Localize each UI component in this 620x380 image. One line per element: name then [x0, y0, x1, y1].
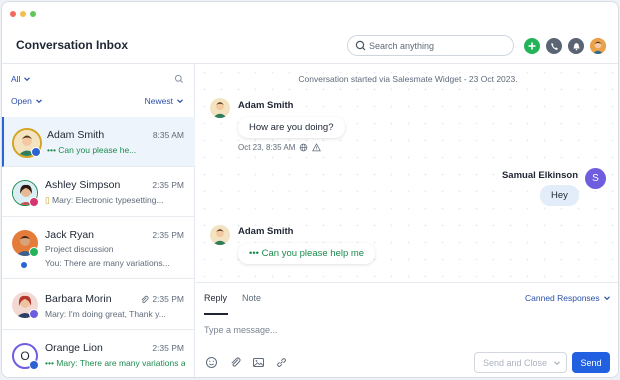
- canned-responses-label: Canned Responses: [525, 293, 600, 303]
- bell-icon: [572, 42, 580, 50]
- avatar-initial: O: [20, 349, 30, 363]
- contact-name: Orange Lion: [45, 342, 103, 354]
- typing-dots-icon: •••: [45, 358, 57, 368]
- conversation-item-barbara-morin[interactable]: Barbara Morin 2:35 PM Mary: I'm doing gr…: [2, 279, 195, 330]
- chevron-down-icon: [554, 360, 560, 365]
- typing-preview: ••• Can you please he...: [47, 145, 187, 155]
- plus-icon: [528, 42, 536, 50]
- message-sender: Samual Elkinson: [501, 170, 578, 181]
- composer: Reply Note Canned Responses Send and Clo…: [196, 282, 618, 377]
- add-button[interactable]: [524, 38, 540, 54]
- conversation-time: 8:35 AM: [152, 130, 184, 140]
- message-meta: Oct 23, 8:35 AM: [238, 143, 322, 152]
- preview-text: Mary: Electronic typesetting...: [52, 195, 164, 205]
- search-icon[interactable]: [174, 74, 184, 84]
- conversation-thread: Conversation started via Salesmate Widge…: [196, 64, 618, 282]
- tab-note[interactable]: Note: [242, 293, 261, 303]
- attachment-icon[interactable]: [229, 356, 242, 369]
- sort-label: Newest: [144, 96, 173, 106]
- page-title: Conversation Inbox: [16, 38, 129, 52]
- call-button[interactable]: [546, 38, 562, 54]
- status-dropdown[interactable]: Open: [11, 96, 43, 106]
- message-bubble: ••• Can you please help me: [238, 243, 376, 264]
- conversation-item-ashley-simpson[interactable]: Ashley Simpson 2:35 PM ▯ Mary: Electroni…: [2, 167, 195, 217]
- message-bubble: How are you doing?: [238, 117, 345, 138]
- chevron-down-icon: [177, 99, 183, 104]
- filter-all-label: All: [11, 74, 21, 84]
- message-preview: Mary: I'm doing great, Thank y...: [45, 309, 166, 319]
- chevron-down-icon: [24, 77, 31, 82]
- message-timestamp: Oct 23, 8:35 AM: [238, 143, 296, 152]
- message-sender: Adam Smith: [238, 226, 294, 237]
- status-label: Open: [11, 96, 32, 106]
- contact-name: Barbara Morin: [45, 293, 112, 305]
- message-preview: You: There are many variations...: [45, 258, 170, 268]
- preview-text: Mary: There are many variations avai...: [56, 358, 185, 368]
- message-bubble: Hey: [540, 185, 579, 206]
- chat-channel-icon: [29, 360, 39, 370]
- conversation-item-jack-ryan[interactable]: Jack Ryan 2:35 PM Project discussion You…: [2, 217, 195, 279]
- conversation-time: 2:35 PM: [152, 230, 184, 240]
- contact-name: Jack Ryan: [45, 229, 95, 241]
- send-button[interactable]: Send: [572, 352, 610, 373]
- note-icon: ▯: [45, 195, 53, 205]
- send-and-close-button[interactable]: Send and Close: [474, 352, 567, 373]
- close-dot[interactable]: [10, 11, 16, 17]
- conversation-time: 2:35 PM: [152, 294, 184, 304]
- attachment-icon: [141, 295, 149, 304]
- online-status-dot: [21, 262, 27, 268]
- typing-dots-icon: •••: [249, 248, 262, 259]
- avatar: [210, 225, 230, 245]
- link-icon[interactable]: [275, 356, 288, 369]
- send-and-close-label: Send and Close: [483, 357, 548, 368]
- typing-dots-icon: •••: [47, 145, 59, 155]
- message-input[interactable]: [204, 325, 504, 341]
- typing-preview: ••• Mary: There are many variations avai…: [45, 358, 185, 368]
- profile-avatar[interactable]: [590, 38, 606, 54]
- messenger-icon: [29, 309, 39, 319]
- sort-dropdown[interactable]: Newest: [145, 96, 184, 106]
- avatar: S: [585, 168, 606, 189]
- contact-name: Adam Smith: [47, 129, 105, 141]
- contact-name: Ashley Simpson: [45, 179, 121, 191]
- phone-icon: [550, 42, 558, 50]
- message-text: Can you please help me: [261, 248, 365, 259]
- conversation-time: 2:35 PM: [152, 180, 184, 190]
- system-message: Conversation started via Salesmate Widge…: [298, 74, 518, 84]
- conversation-subject: Project discussion: [45, 244, 114, 254]
- message-preview: ▯ Mary: Electronic typesetting...: [45, 195, 185, 206]
- conversation-item-orange-lion[interactable]: O Orange Lion 2:35 PM ••• Mary: There ar…: [2, 330, 195, 377]
- avatar: [210, 98, 230, 118]
- search-input[interactable]: [369, 38, 509, 53]
- conversation-list-panel: All Open Newest Adam Smith 8:35 AM ••• C…: [2, 64, 195, 377]
- whatsapp-icon: [29, 247, 39, 257]
- chevron-down-icon: [35, 99, 42, 104]
- active-tab-underline: [204, 313, 228, 315]
- app-window: Conversation Inbox All Open Newest: [1, 1, 619, 378]
- window-controls: [10, 11, 36, 17]
- conversation-item-adam-smith[interactable]: Adam Smith 8:35 AM ••• Can you please he…: [2, 117, 195, 167]
- conversation-time: 2:35 PM: [152, 343, 184, 353]
- globe-icon: [300, 143, 308, 152]
- tab-reply[interactable]: Reply: [204, 293, 227, 303]
- search-icon: [355, 40, 366, 51]
- chat-channel-icon: [31, 147, 41, 157]
- emoji-icon[interactable]: [205, 356, 218, 369]
- instagram-icon: [29, 197, 39, 207]
- search-box[interactable]: [347, 35, 514, 56]
- canned-responses-dropdown[interactable]: Canned Responses: [525, 293, 611, 303]
- header: Conversation Inbox: [2, 24, 618, 64]
- maximize-dot[interactable]: [30, 11, 36, 17]
- minimize-dot[interactable]: [20, 11, 26, 17]
- filter-all-dropdown[interactable]: All: [11, 74, 31, 84]
- message-sender: Adam Smith: [238, 100, 294, 111]
- preview-text: Can you please he...: [58, 145, 137, 155]
- image-icon[interactable]: [252, 356, 265, 369]
- user-avatar-icon: [590, 38, 606, 54]
- warning-icon: [312, 143, 322, 152]
- chevron-down-icon: [603, 296, 610, 301]
- notifications-button[interactable]: [568, 38, 584, 54]
